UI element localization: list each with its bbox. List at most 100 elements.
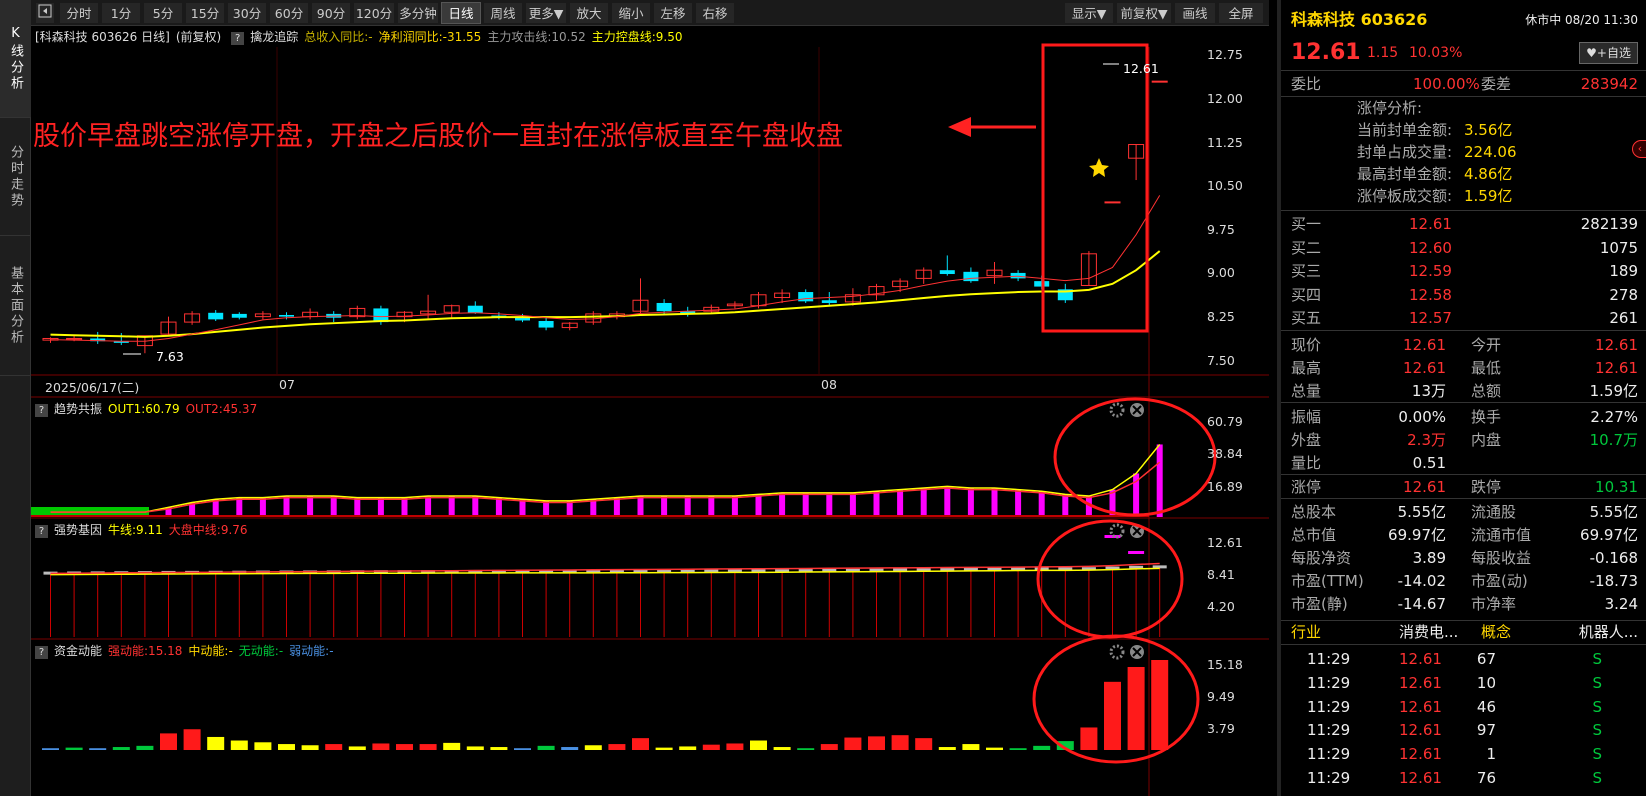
fund-bar xyxy=(207,736,225,750)
fund-bar xyxy=(42,748,59,750)
fund-bar xyxy=(1009,748,1027,750)
fund-bar xyxy=(773,747,791,750)
zoom-out-button[interactable]: 缩小 xyxy=(611,2,651,24)
tab-fundamental[interactable]: 基本面分析 xyxy=(0,236,31,376)
stat-value: -18.73 xyxy=(1589,572,1638,590)
weibi-label: 委比 xyxy=(1291,75,1322,93)
tick-price: 12.61 xyxy=(1399,650,1442,668)
stat-row: 涨停 12.61 跌停 10.31 xyxy=(1281,475,1646,499)
stat-value: 5.55亿 xyxy=(1397,503,1446,521)
help-icon[interactable]: ? xyxy=(35,525,48,538)
help-icon[interactable]: ? xyxy=(231,32,245,45)
chart-area[interactable]: [科森科技 603626 日线] (前复权)? 擒龙追踪 总收入同比:- 净利润同比:-… xyxy=(31,27,1269,796)
stat-label: 换手 xyxy=(1471,408,1502,426)
control-line-value: 主力控盘线:9.50 xyxy=(591,30,683,44)
fund-bar xyxy=(561,747,579,750)
display-dropdown[interactable]: 显示▼ xyxy=(1064,2,1114,24)
collapse-left-icon[interactable] xyxy=(35,2,55,24)
gene-marker xyxy=(1128,551,1145,554)
fullscreen-button[interactable]: 全屏 xyxy=(1218,2,1264,24)
tab-fundamental-label: 基本面分析 xyxy=(8,265,23,346)
current-price: 12.61 xyxy=(1291,40,1361,65)
fund-bar xyxy=(466,746,484,750)
date-label: 08 xyxy=(821,377,837,392)
period-60min[interactable]: 60分 xyxy=(269,2,309,24)
add-watchlist-button[interactable]: ♥+自选 xyxy=(1579,42,1638,64)
panel2-bull: 牛线:9.11 xyxy=(108,523,163,537)
trend-bar xyxy=(1062,494,1069,517)
stat-row: 外盘 2.3万 内盘 10.7万 xyxy=(1281,428,1646,452)
stat-row: 现价 12.61 今开 12.61 xyxy=(1281,333,1646,357)
stat-label: 今开 xyxy=(1471,336,1502,354)
period-multi-min[interactable]: 多分钟 xyxy=(397,2,439,24)
chevron-left-icon[interactable]: ‹ xyxy=(1632,140,1646,158)
help-icon[interactable]: ? xyxy=(35,404,48,417)
industry-value[interactable]: 消费电... xyxy=(1399,620,1458,644)
adjust-dropdown[interactable]: 前复权▼ xyxy=(1116,2,1172,24)
market-status: 休市中 08/20 11:30 xyxy=(1525,13,1638,27)
panel2-market: 大盘中线:9.76 xyxy=(168,523,248,537)
trend-bar xyxy=(543,500,550,517)
tick-side: S xyxy=(1592,650,1602,668)
limit-value: 3.56亿 xyxy=(1464,121,1513,139)
move-left-button[interactable]: 左移 xyxy=(653,2,693,24)
stat-label: 内盘 xyxy=(1471,431,1502,449)
period-daily[interactable]: 日线 xyxy=(441,2,481,24)
bid-label: 买二 xyxy=(1291,238,1322,257)
period-timeshare[interactable]: 分时 xyxy=(59,2,99,24)
draw-line-button[interactable]: 画线 xyxy=(1174,2,1216,24)
y-tick: 12.75 xyxy=(1207,47,1243,62)
y-tick: 8.25 xyxy=(1207,309,1235,324)
limit-label: 涨停板成交额: xyxy=(1357,187,1453,205)
limit-value: 4.86亿 xyxy=(1464,165,1513,183)
trend-bar xyxy=(590,499,597,517)
trend-bar xyxy=(755,494,762,517)
concept-label: 概念 xyxy=(1481,623,1512,641)
candle-body xyxy=(1151,80,1168,83)
limit-label: 当前封单金额: xyxy=(1357,121,1453,139)
tick-time: 11:29 xyxy=(1307,721,1351,740)
period-5min[interactable]: 5分 xyxy=(143,2,183,24)
help-icon[interactable]: ? xyxy=(35,646,48,659)
stat-label: 跌停 xyxy=(1471,478,1502,496)
trend-bar xyxy=(259,497,266,517)
tick-time: 11:29 xyxy=(1307,745,1351,764)
period-1min[interactable]: 1分 xyxy=(101,2,141,24)
period-more-dropdown[interactable]: 更多▼ xyxy=(525,2,567,24)
tick-side: S xyxy=(1592,697,1602,716)
tick-side: S xyxy=(1592,673,1602,692)
limit-row: 最高封单金额: 4.86亿 xyxy=(1281,162,1646,186)
price-row: 12.61 1.15 10.03% ♥+自选 xyxy=(1281,38,1646,68)
stat-label: 市盈(静) xyxy=(1291,595,1348,613)
trend-bar xyxy=(307,496,314,517)
period-120min[interactable]: 120分 xyxy=(353,2,395,24)
move-right-button[interactable]: 右移 xyxy=(695,2,735,24)
stat-label: 现价 xyxy=(1291,336,1322,354)
price-change-pct: 10.03% xyxy=(1409,45,1463,61)
period-30min[interactable]: 30分 xyxy=(227,2,267,24)
fund-bar xyxy=(89,748,107,750)
fund-bar xyxy=(915,738,933,750)
tab-intraday[interactable]: 分时走势 xyxy=(0,118,31,236)
period-15min[interactable]: 15分 xyxy=(185,2,225,24)
bid-label: 买三 xyxy=(1291,262,1322,280)
trend-bar xyxy=(377,497,384,517)
tab-intraday-label: 分时走势 xyxy=(8,144,23,209)
fund-bar xyxy=(702,744,720,750)
stat-value: 0.00% xyxy=(1398,408,1446,426)
fund-bar xyxy=(1104,681,1121,750)
concept-value[interactable]: 机器人... xyxy=(1579,620,1638,644)
tick-volume: 10 xyxy=(1476,673,1496,692)
zoom-in-button[interactable]: 放大 xyxy=(569,2,609,24)
period-90min[interactable]: 90分 xyxy=(311,2,351,24)
tab-kline-analysis[interactable]: K线分析 xyxy=(0,0,31,118)
limit-row: 封单占成交量: 224.06 xyxy=(1281,140,1646,164)
fund-bar xyxy=(868,736,885,750)
left-vertical-tabs: K线分析 分时走势 基本面分析 xyxy=(0,0,31,796)
stat-label: 最低 xyxy=(1471,359,1502,377)
trend-bar xyxy=(897,489,904,517)
p1-tick: 16.89 xyxy=(1207,479,1243,494)
tick-time: 11:29 xyxy=(1307,769,1351,787)
tick-volume: 67 xyxy=(1476,650,1496,668)
period-weekly[interactable]: 周线 xyxy=(483,2,523,24)
